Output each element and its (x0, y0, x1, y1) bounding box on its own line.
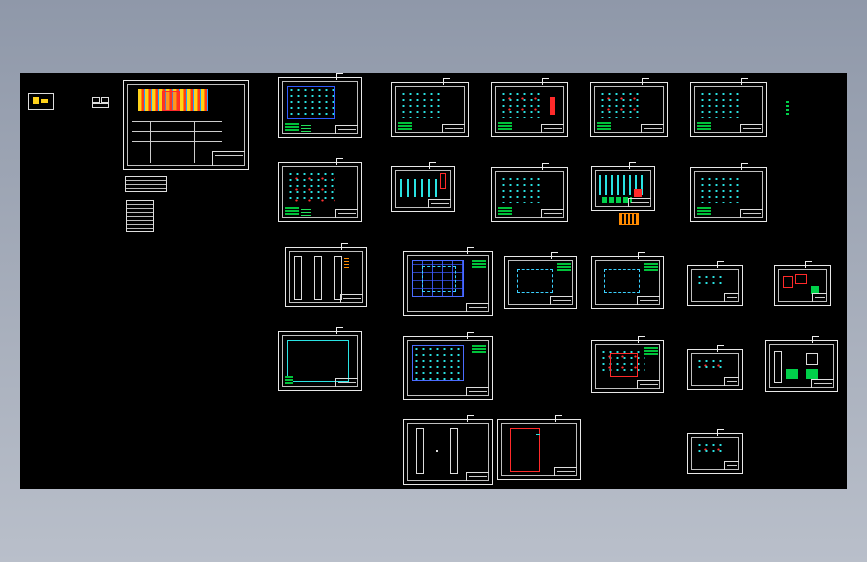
sheet-r3c4[interactable] (591, 252, 664, 309)
sheet-r5c5[interactable] (687, 429, 743, 474)
sheet-r4c4[interactable] (591, 336, 664, 393)
detail-floating-block[interactable] (619, 213, 639, 225)
schedule-table-2[interactable] (126, 200, 154, 232)
sheet-r2c1[interactable] (278, 158, 362, 222)
sheet-r4c1[interactable] (278, 327, 362, 391)
sheet-r4c5[interactable] (687, 345, 743, 390)
note-green-text (786, 101, 789, 117)
sheet-master-plan[interactable] (123, 80, 249, 170)
sheet-r4c2[interactable] (403, 332, 493, 400)
block-reference-icon[interactable] (92, 97, 114, 108)
sheet-r2c3[interactable] (491, 163, 568, 222)
schedule-table-1[interactable] (125, 176, 167, 192)
sheet-r1c3[interactable] (491, 78, 568, 137)
sheet-r3c3[interactable] (504, 252, 577, 309)
sheet-r2c4[interactable] (591, 162, 655, 211)
sheet-r3c1[interactable] (285, 243, 367, 307)
sheet-r5c2[interactable] (403, 415, 493, 485)
sheet-r3c6[interactable] (774, 261, 831, 306)
sheet-r1c5[interactable] (690, 78, 767, 137)
drawing-thumbnail-icon[interactable] (28, 93, 54, 110)
sheet-r2c2[interactable] (391, 162, 455, 212)
sheet-r1c4[interactable] (590, 78, 668, 137)
sheet-r1c1[interactable] (278, 73, 362, 138)
sheet-r3c5[interactable] (687, 261, 743, 306)
sheet-r4c6[interactable] (765, 336, 838, 392)
sheet-r2c5[interactable] (690, 163, 767, 222)
sheet-r1c2[interactable] (391, 78, 469, 137)
sheet-r5c3[interactable] (497, 415, 581, 480)
sheet-r3c2[interactable] (403, 247, 493, 316)
cad-model-space-viewport[interactable] (20, 73, 847, 489)
